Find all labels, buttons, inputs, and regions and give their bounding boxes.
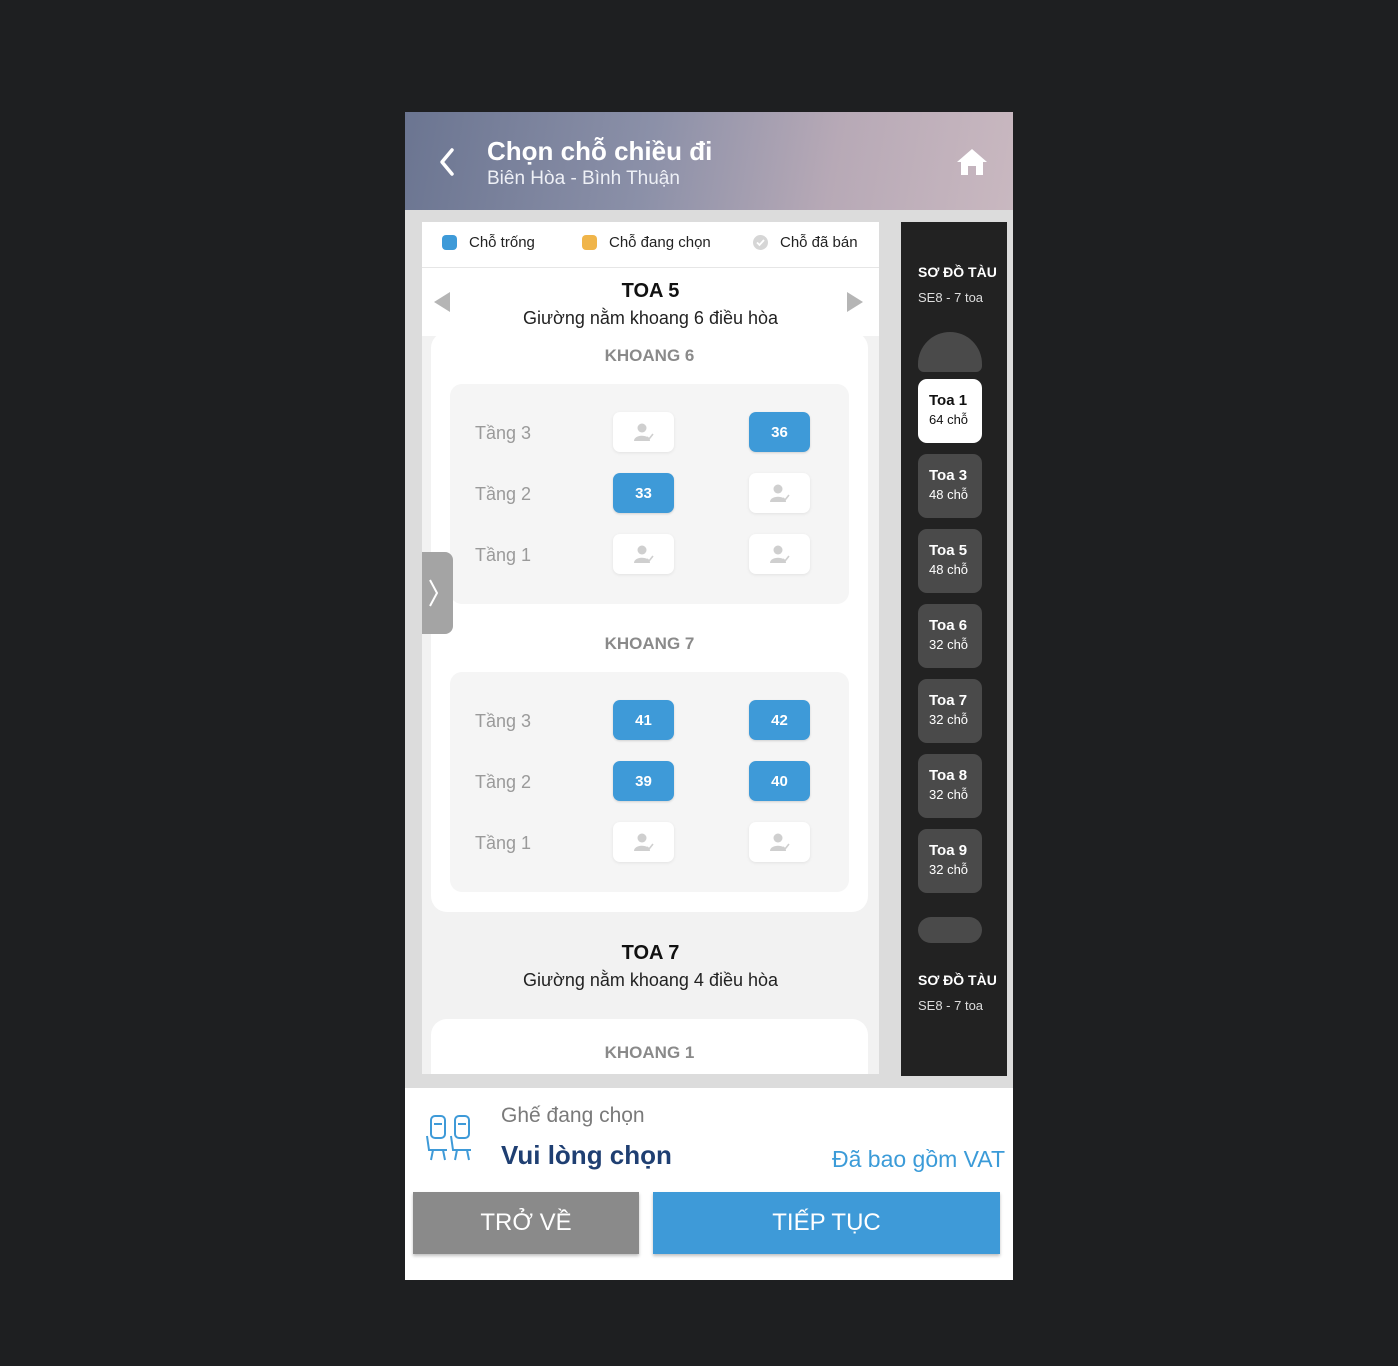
- coach-seat-count: 32 chỗ: [929, 862, 969, 877]
- sold-berth-icon: [613, 534, 674, 574]
- coach-name: Toa 8: [929, 767, 968, 784]
- bottom-bar: Ghế đang chọn Vui lòng chọn Đã bao gồm V…: [405, 1088, 1013, 1280]
- continue-button[interactable]: TIẾP TỤC: [653, 1192, 1000, 1254]
- legend-selecting: Chỗ đang chọn: [582, 234, 711, 251]
- berth-button[interactable]: 33: [613, 473, 674, 513]
- home-icon[interactable]: [955, 146, 989, 178]
- back-button[interactable]: TRỞ VỀ: [413, 1192, 639, 1254]
- sold-berth-icon: [613, 822, 674, 862]
- berth-button[interactable]: 39: [613, 761, 674, 801]
- coach-name: Toa 3: [929, 467, 968, 484]
- back-arrow-icon[interactable]: [433, 142, 463, 182]
- compartment-title: KHOANG 1: [604, 1043, 695, 1062]
- legend-label: Chỗ đang chọn: [609, 234, 711, 251]
- scroll-ghost: [918, 332, 982, 372]
- sold-berth-icon: [749, 534, 810, 574]
- coach-button-toa-9[interactable]: Toa 9 32 chỗ: [918, 829, 982, 893]
- floor-label: Tầng 2: [475, 484, 532, 504]
- coach-description: Giường nằm khoang 6 điều hòa: [522, 308, 779, 328]
- coach-seat-count: 32 chỗ: [929, 787, 969, 802]
- berth-button[interactable]: 36: [749, 412, 810, 452]
- berth-button[interactable]: 40: [749, 761, 810, 801]
- coach-button-toa-3[interactable]: Toa 3 48 chỗ: [918, 454, 982, 518]
- berth-button[interactable]: 41: [613, 700, 674, 740]
- coach-seat-count: 48 chỗ: [929, 562, 969, 577]
- compartment-card: KHOANG 1: [431, 1019, 868, 1074]
- seat-legend: Chỗ trống Chỗ đang chọn Chỗ đã bán: [422, 222, 879, 268]
- coach-seat-count: 32 chỗ: [929, 712, 969, 727]
- sold-berth-icon: [749, 822, 810, 862]
- coach-name: Toa 6: [929, 617, 968, 634]
- available-swatch: [442, 235, 457, 250]
- chevron-right-icon: [429, 579, 439, 607]
- coach-button-toa-1[interactable]: Toa 1 64 chỗ: [918, 379, 982, 443]
- compartment-title: KHOANG 6: [604, 346, 695, 365]
- legend-label: Chỗ trống: [469, 234, 535, 251]
- coach-seat-count: 32 chỗ: [929, 637, 969, 652]
- coach-button-toa-5[interactable]: Toa 5 48 chỗ: [918, 529, 982, 593]
- coach-title: TOA 5: [621, 280, 680, 302]
- train-map-panel: SƠ ĐỒ TÀU SE8 - 7 toa Toa 1 64 chỗ Toa 3…: [901, 222, 1007, 1076]
- next-coach-description: Giường nằm khoang 4 điều hòa: [522, 970, 779, 990]
- legend-available: Chỗ trống: [442, 234, 535, 251]
- floor-label: Tầng 1: [475, 545, 532, 565]
- coach-name: Toa 9: [929, 842, 968, 859]
- selecting-swatch: [582, 235, 597, 250]
- floor-label: Tầng 1: [475, 833, 532, 853]
- coach-button-toa-8[interactable]: Toa 8 32 chỗ: [918, 754, 982, 818]
- berth-button[interactable]: 42: [749, 700, 810, 740]
- train-map-subtitle: SE8 - 7 toa: [918, 998, 984, 1013]
- next-coach-arrow-icon[interactable]: [847, 292, 863, 312]
- compartment-berths: Tầng 3 41 42 Tầng 2 39 40 Tầng 1: [450, 672, 849, 892]
- floor-label: Tầng 2: [475, 772, 532, 792]
- floor-label: Tầng 3: [475, 711, 532, 731]
- selected-seat-value: Vui lòng chọn: [501, 1140, 672, 1170]
- app-screen: Chọn chỗ chiều đi Biên Hòa - Bình Thuận …: [405, 112, 1013, 1280]
- drawer-toggle[interactable]: [422, 552, 453, 634]
- legend-sold: Chỗ đã bán: [753, 234, 858, 251]
- header: Chọn chỗ chiều đi Biên Hòa - Bình Thuận: [405, 112, 1013, 210]
- coach-button-toa-7[interactable]: Toa 7 32 chỗ: [918, 679, 982, 743]
- page-title: Chọn chỗ chiều đi: [487, 136, 713, 166]
- sold-berth-icon: [613, 412, 674, 452]
- coach-name: Toa 5: [929, 542, 968, 559]
- coach-navigator: TOA 5 Giường nằm khoang 6 điều hòa: [422, 268, 879, 336]
- floor-label: Tầng 3: [475, 423, 532, 443]
- compartment-title: KHOANG 7: [604, 634, 695, 653]
- next-coach-title: TOA 7: [621, 942, 680, 964]
- vat-note: Đã bao gồm VAT: [831, 1146, 1005, 1172]
- coach-button-toa-6[interactable]: Toa 6 32 chỗ: [918, 604, 982, 668]
- compartment-berths: Tầng 3 36 Tầng 2 33 Tầng 1: [450, 384, 849, 604]
- train-map-heading: SƠ ĐỒ TÀU: [918, 264, 997, 280]
- seat-map-panel: Chỗ trống Chỗ đang chọn Chỗ đã bán TOA 5…: [422, 222, 879, 1074]
- coach-seat-count: 48 chỗ: [929, 487, 969, 502]
- scroll-ghost: [918, 917, 982, 943]
- selected-seat-label: Ghế đang chọn: [501, 1104, 645, 1127]
- coach-name: Toa 1: [929, 392, 968, 409]
- seat-icon: [421, 1112, 479, 1166]
- train-map-subtitle: SE8 - 7 toa: [918, 290, 984, 305]
- coach-name: Toa 7: [929, 692, 968, 709]
- sold-check-icon: [753, 235, 768, 250]
- sold-berth-icon: [749, 473, 810, 513]
- compartment-card: KHOANG 6 Tầng 3 36 Tầng 2 33 Tầng 1 KHOA…: [431, 332, 868, 912]
- legend-label: Chỗ đã bán: [780, 234, 858, 251]
- coach-seat-count: 64 chỗ: [929, 412, 969, 427]
- route-subtitle: Biên Hòa - Bình Thuận: [487, 168, 680, 189]
- train-map-heading: SƠ ĐỒ TÀU: [918, 972, 997, 988]
